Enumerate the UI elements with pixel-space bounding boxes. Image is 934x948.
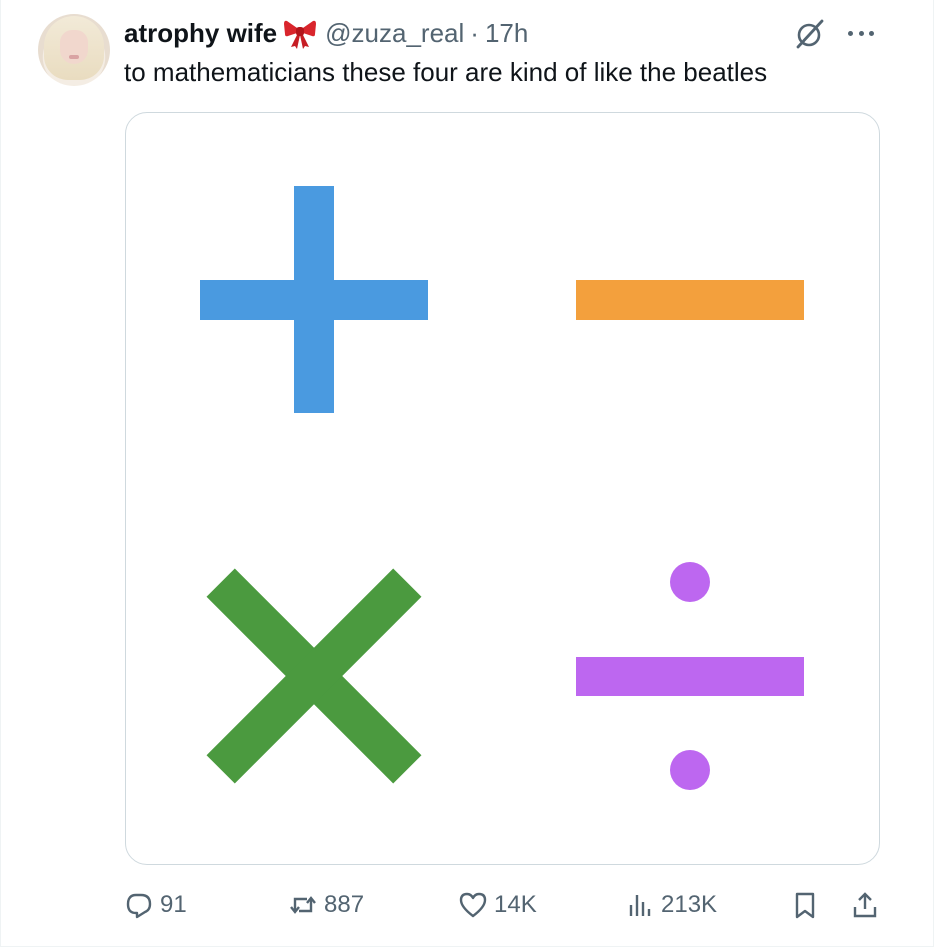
bookmark-button[interactable] [790,888,826,922]
more-dot [858,30,864,36]
tweet-header: atrophy wife @zuza_real · 17h [124,14,528,52]
views-button[interactable]: 213K [625,888,717,922]
reply-count: 91 [160,891,187,918]
tweet[interactable]: atrophy wife @zuza_real · 17h to mathema… [0,0,934,948]
avatar-lips [69,55,79,59]
separator-dot: · [470,17,479,48]
like-count: 14K [494,891,537,918]
view-count: 213K [661,891,718,918]
grok-icon[interactable] [794,18,826,50]
plus-symbol [200,186,428,413]
action-bar: 91 887 14K 213K [0,880,934,928]
analytics-icon [629,895,651,916]
user-handle[interactable]: @zuza_real [325,18,464,49]
tweet-media-image[interactable] [125,112,880,865]
repost-button[interactable]: 887 [288,888,364,922]
bookmark-icon [795,892,815,919]
like-button[interactable]: 14K [458,888,537,922]
minus-symbol [576,280,804,320]
avatar[interactable] [38,14,110,86]
share-icon [853,892,877,918]
tweet-text: to mathematicians these four are kind of… [124,57,768,87]
display-name[interactable]: atrophy wife [124,18,277,49]
more-dot [869,30,874,36]
multiply-symbol [206,568,422,784]
math-symbols-graphic [200,186,804,790]
more-dot [848,30,853,36]
ribbon-icon [283,17,317,49]
reply-button[interactable]: 91 [124,888,187,922]
repost-count: 887 [324,891,365,918]
more-icon[interactable] [846,18,876,48]
repost-icon [290,896,316,914]
reply-icon [126,893,152,919]
divide-symbol [576,562,804,790]
heart-icon [459,892,487,918]
share-button[interactable] [850,888,886,922]
timestamp[interactable]: 17h [485,18,528,49]
